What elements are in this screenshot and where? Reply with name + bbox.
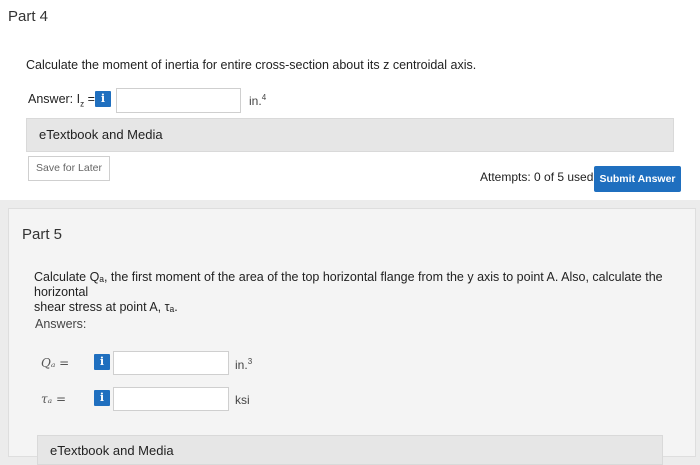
- answer-label-eq: =: [84, 92, 95, 106]
- part5-question-line1: Calculate Qₐ, the first moment of the ar…: [34, 270, 663, 299]
- part4-panel: Part 4 Calculate the moment of inertia f…: [0, 0, 700, 200]
- part4-answer-label: Answer: Iz =: [28, 92, 95, 109]
- attempts-text: Attempts: 0 of 5 used: [480, 170, 594, 184]
- part5-question-line2: shear stress at point A, τₐ.: [34, 300, 178, 314]
- qa-unit-text: in.: [235, 358, 248, 372]
- qa-unit: in.3: [235, 357, 252, 372]
- answers-label: Answers:: [35, 317, 87, 331]
- tau-a-unit: ksi: [235, 393, 250, 407]
- unit-text: in.: [249, 94, 262, 108]
- unit-sup: 4: [261, 93, 267, 102]
- part4-unit: in.4: [249, 93, 266, 108]
- etextbook-label: eTextbook and Media: [50, 443, 174, 458]
- moment-of-inertia-input[interactable]: [116, 88, 241, 113]
- qa-label: Qₐ =: [41, 356, 70, 370]
- info-icon[interactable]: i: [94, 354, 110, 370]
- part4-question: Calculate the moment of inertia for enti…: [26, 58, 477, 72]
- part5-panel: Part 5 Calculate Qₐ, the first moment of…: [8, 208, 696, 465]
- answer-label-text: Answer: I: [28, 92, 81, 106]
- tau-a-input[interactable]: [113, 387, 229, 411]
- tau-a-label: τₐ =: [41, 392, 67, 406]
- info-icon[interactable]: i: [94, 390, 110, 406]
- part4-title: Part 4: [8, 8, 49, 25]
- etextbook-media-link[interactable]: eTextbook and Media: [37, 435, 663, 465]
- etextbook-label: eTextbook and Media: [39, 127, 163, 142]
- etextbook-media-link[interactable]: eTextbook and Media: [26, 118, 674, 152]
- info-icon[interactable]: i: [95, 91, 111, 107]
- qa-unit-sup: 3: [247, 357, 253, 366]
- part5-title: Part 5: [22, 226, 63, 243]
- save-for-later-button[interactable]: Save for Later: [28, 156, 110, 181]
- submit-answer-button[interactable]: Submit Answer: [594, 166, 681, 192]
- part5-question: Calculate Qₐ, the first moment of the ar…: [34, 270, 674, 315]
- qa-input[interactable]: [113, 351, 229, 375]
